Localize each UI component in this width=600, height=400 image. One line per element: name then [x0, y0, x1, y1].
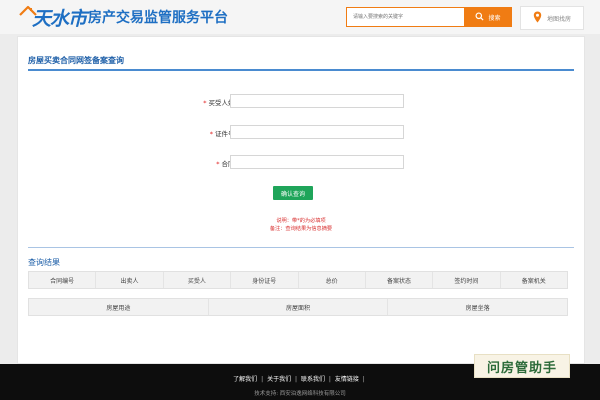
column-header: 房屋用途 — [29, 299, 209, 315]
tech-support-text: 技术支持: 西安泊逸网络科技有限公司 — [254, 391, 346, 397]
search-input[interactable] — [347, 8, 465, 26]
footer-link-contact[interactable]: 联系我们 — [301, 376, 325, 383]
logo-city-name: 天水市 — [32, 7, 87, 30]
results-title: 查询结果 — [28, 258, 60, 267]
column-header: 总价 — [299, 272, 366, 288]
search-box — [346, 7, 466, 27]
footer-separator: | — [328, 376, 331, 383]
column-header: 买受人 — [164, 272, 232, 288]
confirm-query-button[interactable]: 确认查询 — [273, 186, 313, 200]
column-header: 合同编号 — [29, 272, 97, 288]
search-icon — [475, 11, 485, 23]
footer-separator: | — [261, 376, 264, 383]
column-header: 签约时间 — [433, 272, 501, 288]
column-header: 备案状态 — [366, 272, 434, 288]
column-header: 出卖人 — [96, 272, 164, 288]
form-row-buyer: * 买受人姓名 — [18, 94, 584, 108]
table-header-row: 合同编号 出卖人 买受人 身份证号 总价 备案状态 签约时间 备案机关 — [29, 272, 567, 288]
site-logo[interactable]: 天水市 房产交易监管服务平台 — [19, 5, 229, 30]
form-row-contract: *合同号 — [18, 155, 584, 169]
note-required: 说明：带*的为必填项 — [276, 218, 326, 224]
map-search-button[interactable]: 地图找房 — [520, 6, 584, 30]
footer-link-about-us[interactable]: 关于我们 — [267, 376, 291, 383]
page-title: 房屋买卖合同网签备案查询 — [28, 56, 124, 65]
column-header: 房屋面积 — [209, 299, 389, 315]
results-table-main: 合同编号 出卖人 买受人 身份证号 总价 备案状态 签约时间 备案机关 — [28, 271, 568, 289]
required-mark: * — [216, 160, 220, 168]
watermark-badge: 问房管助手 — [474, 354, 570, 378]
contract-number-input[interactable] — [230, 155, 404, 169]
map-button-label: 地图找房 — [546, 15, 571, 23]
footer-separator: | — [295, 376, 298, 383]
column-header: 身份证号 — [231, 272, 299, 288]
footer-link-friends[interactable]: 友情链接 — [335, 376, 359, 383]
form-row-id: * 证件号码 — [18, 125, 584, 139]
required-mark: * — [209, 130, 213, 138]
footer-link-about[interactable]: 了解我们 — [233, 376, 257, 383]
results-table-property: 房屋用途 房屋面积 房屋坐落 — [28, 298, 568, 316]
column-header: 备案机关 — [521, 277, 546, 285]
note-summary: 备注：查询结果为信息摘要 — [269, 226, 333, 232]
id-number-input[interactable] — [230, 125, 404, 139]
table-header-row: 房屋用途 房屋面积 房屋坐落 — [29, 299, 567, 315]
map-pin-icon — [533, 11, 542, 25]
site-header: 天水市 房产交易监管服务平台 搜索 地图找房 — [0, 0, 600, 34]
house-icon — [18, 4, 38, 28]
section-divider — [28, 247, 574, 248]
buyer-name-input[interactable] — [230, 94, 404, 108]
search-button-label: 搜索 — [488, 14, 501, 22]
search-button[interactable]: 搜索 — [464, 7, 512, 27]
footer-separator: | — [362, 376, 365, 383]
column-header: 房屋坐落 — [465, 304, 490, 312]
logo-platform-name: 房产交易监管服务平台 — [88, 10, 229, 26]
required-mark: * — [203, 99, 207, 107]
title-divider — [28, 69, 574, 71]
main-panel: 房屋买卖合同网签备案查询 *买受人姓名 *证件号码 *合同号 确认查询 说明：带… — [17, 36, 585, 364]
